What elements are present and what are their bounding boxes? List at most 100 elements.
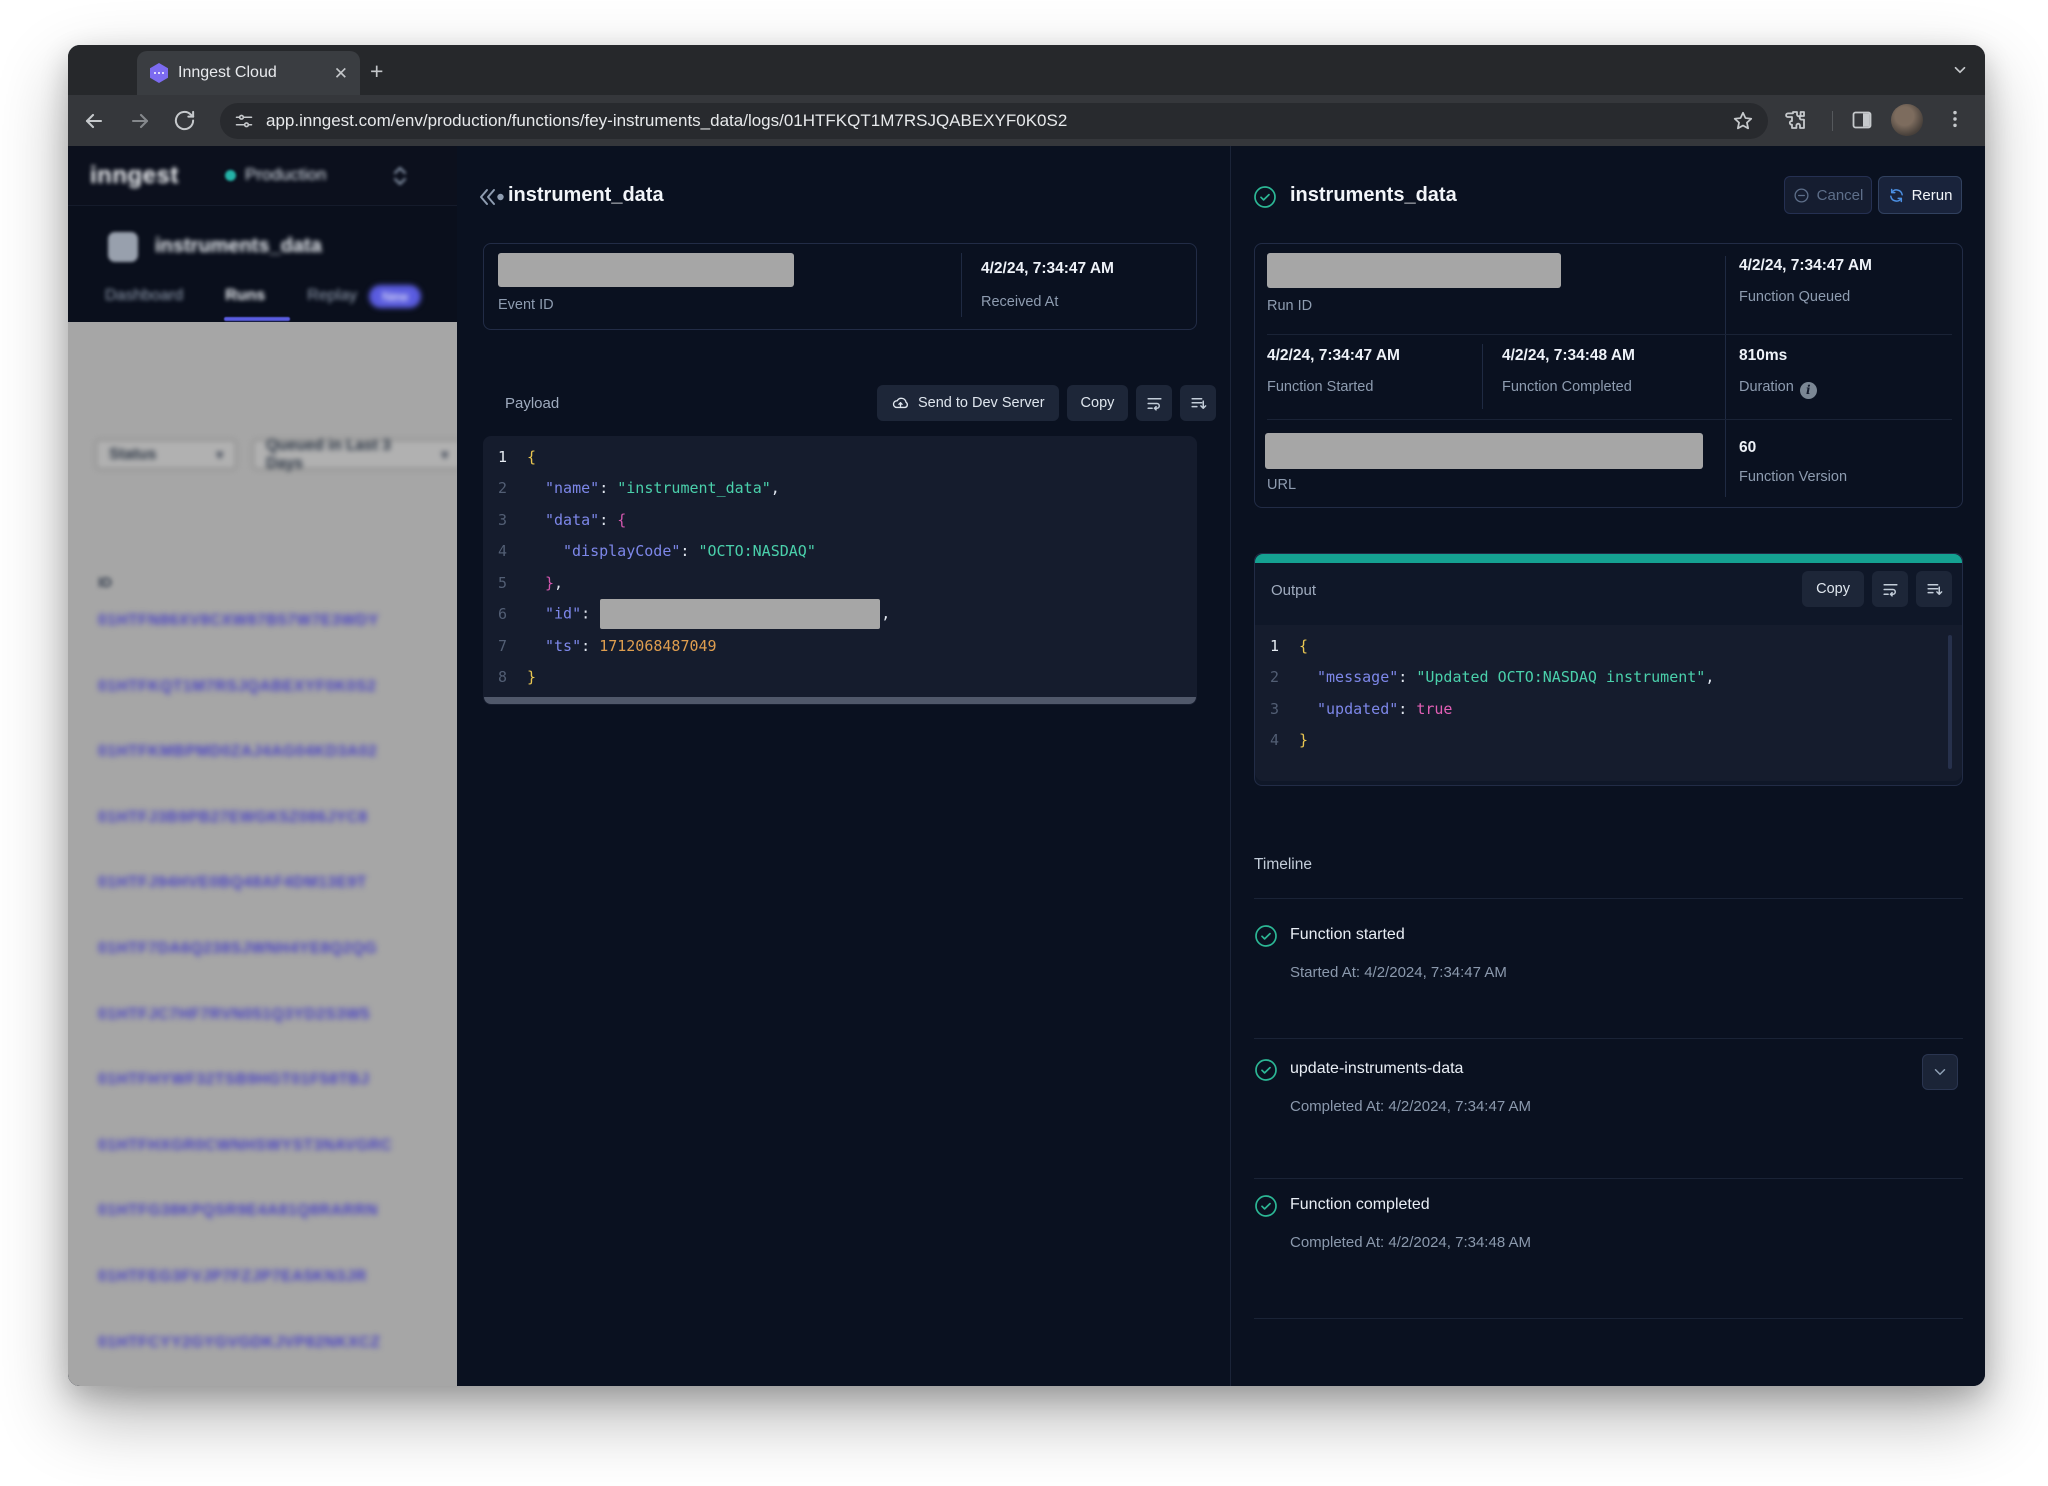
output-scroll-bottom-button[interactable] (1916, 571, 1952, 607)
side-panel-icon[interactable] (1850, 108, 1874, 137)
card-divider (1267, 334, 1952, 335)
rerun-button[interactable]: Rerun (1878, 176, 1962, 214)
new-tab-button[interactable]: + (370, 58, 383, 85)
profile-avatar[interactable] (1891, 104, 1923, 136)
env-selector[interactable]: Production (245, 165, 326, 185)
run-id-link[interactable]: 01HTFCYY2GYGVGDKJVP82NKXCZ (98, 1334, 381, 1352)
output-success-bar (1255, 554, 1962, 563)
sidebar-tab-runs[interactable]: Runs (225, 287, 265, 305)
timeline-entry-timestamp: Completed At: 4/2/2024, 7:34:47 AM (1290, 1098, 1531, 1115)
timeline-check-icon (1254, 1194, 1278, 1223)
horizontal-scrollbar[interactable] (484, 697, 1196, 704)
run-id-link[interactable]: 01HTFHXGR0CWNHSWYST3NAVGRC (98, 1137, 392, 1155)
sidebar-tab-dashboard[interactable]: Dashboard (105, 287, 183, 305)
run-id-link[interactable]: 01HTFN86XV8CXW87B57W7E3WDY (98, 612, 379, 630)
code-line: 5}, (483, 567, 1197, 599)
status-filter-label: Status (109, 446, 156, 464)
timeline-entry-timestamp: Completed At: 4/2/2024, 7:34:48 AM (1290, 1234, 1531, 1251)
run-id-link[interactable]: 01HTFJ94HVE0BQ48AF4DM13E9T (98, 874, 367, 892)
function-completed-value: 4/2/24, 7:34:48 AM (1502, 347, 1635, 365)
sidebar: inngest Production instruments_data Dash… (68, 146, 457, 322)
cloud-upload-icon (891, 394, 910, 413)
output-code-viewer[interactable]: 1{2"message": "Updated OCTO:NASDAQ instr… (1255, 625, 1962, 781)
event-summary-card: Event ID 4/2/24, 7:34:47 AM Received At (483, 243, 1197, 330)
line-number: 6 (483, 605, 527, 623)
forward-icon[interactable] (128, 109, 152, 138)
timeline-divider (1254, 1178, 1963, 1179)
browser-menu-icon[interactable] (1944, 108, 1966, 135)
sidebar-header-row: inngest Production (68, 146, 457, 206)
run-id-link[interactable]: 01HTFKMBPMD0ZAJ4AG04KD3A02 (98, 743, 377, 761)
run-id-link[interactable]: 01HTFJ3B9PB27EWGK5Z086JYC8 (98, 809, 368, 827)
timeline-expand-button[interactable] (1922, 1054, 1958, 1090)
url-bar[interactable]: app.inngest.com/env/production/functions… (220, 103, 1768, 139)
browser-tab[interactable]: Inngest Cloud ✕ (137, 51, 360, 95)
url-text[interactable]: app.inngest.com/env/production/functions… (266, 111, 1720, 131)
date-range-filter-dropdown[interactable]: Queued in Last 3 Days ▾ (252, 439, 457, 470)
inngest-logo[interactable]: inngest (90, 162, 179, 190)
redacted-value (600, 599, 880, 629)
timeline-divider (1254, 898, 1963, 899)
tab-search-chevron-icon[interactable] (1951, 61, 1969, 84)
line-number: 4 (483, 542, 527, 560)
payload-code-editor[interactable]: 1{2"name": "instrument_data",3"data": {4… (483, 436, 1197, 705)
line-number: 7 (483, 637, 527, 655)
code-line: 1{ (483, 441, 1197, 473)
line-number: 8 (483, 668, 527, 686)
run-id-link[interactable]: 01HTFEG3FVJP7FZJP7EA5KN3JR (98, 1268, 367, 1286)
timeline-check-icon (1254, 924, 1278, 953)
vertical-scrollbar[interactable] (1948, 635, 1952, 769)
code-line: 3"updated": true (1255, 693, 1962, 725)
chevron-down-icon: ▾ (441, 447, 448, 463)
payload-scroll-bottom-button[interactable] (1180, 385, 1216, 421)
extensions-icon[interactable] (1784, 108, 1808, 137)
code-line: 2"name": "instrument_data", (483, 473, 1197, 505)
timeline-entry-title: Function completed (1290, 1196, 1430, 1214)
info-icon[interactable]: i (1800, 382, 1817, 399)
sidebar-function-name: instruments_data (155, 235, 322, 258)
site-settings-icon[interactable] (234, 111, 254, 131)
bookmark-star-icon[interactable] (1732, 110, 1754, 132)
run-id-link[interactable]: 01HTFJC7HF7RVN051Q3YD2S3W5 (98, 1006, 370, 1024)
timeline-divider (1254, 1318, 1963, 1319)
output-wrap-text-button[interactable] (1872, 571, 1908, 607)
code-line: 1{ (1255, 630, 1962, 662)
payload-wrap-text-button[interactable] (1136, 385, 1172, 421)
inngest-favicon-icon (149, 63, 169, 83)
run-id-link[interactable]: 01HTFG38KPQSR9E4A81Q8RARRN (98, 1202, 378, 1220)
reload-icon[interactable] (173, 109, 196, 137)
rerun-refresh-icon (1888, 187, 1905, 204)
status-filter-dropdown[interactable]: Status ▾ (95, 439, 237, 470)
sidebar-tab-label: Replay (307, 287, 357, 305)
run-id-label: Run ID (1267, 298, 1312, 314)
send-to-dev-server-button[interactable]: Send to Dev Server (877, 385, 1059, 421)
output-copy-button[interactable]: Copy (1802, 571, 1864, 607)
timeline-entry-timestamp: Started At: 4/2/2024, 7:34:47 AM (1290, 964, 1507, 981)
back-icon[interactable] (82, 109, 106, 138)
rerun-label: Rerun (1912, 187, 1953, 204)
event-id-label: Event ID (498, 297, 554, 313)
cancel-icon (1793, 187, 1810, 204)
env-selector-chevrons-icon[interactable] (390, 163, 410, 194)
browser-window: Inngest Cloud ✕ + app.inngest.com/env/pr… (68, 45, 1985, 1386)
redacted-url (1265, 433, 1703, 469)
line-number: 5 (483, 574, 527, 592)
cancel-button[interactable]: Cancel (1784, 176, 1872, 214)
run-id-link[interactable]: 01HTFHYWF32TSB9HGT01F58TBJ (98, 1071, 369, 1089)
new-badge: New (369, 285, 421, 308)
tab-close-icon[interactable]: ✕ (334, 65, 348, 82)
timeline-entry-title: update-instruments-data (1290, 1060, 1463, 1078)
panel-divider (1230, 146, 1231, 1386)
payload-copy-button[interactable]: Copy (1067, 385, 1129, 421)
line-number: 3 (1255, 700, 1299, 718)
sidebar-tab-replay[interactable]: Replay New (307, 285, 421, 308)
copy-label: Copy (1081, 395, 1115, 411)
run-id-link[interactable]: 01HTF7DA6Q238SJWNH4YE8Q2QG (98, 940, 377, 958)
wrap-text-icon (1881, 580, 1900, 599)
timeline-label: Timeline (1254, 856, 1312, 874)
run-id-link[interactable]: 01HTFKQT1M7RSJQABEXYF0K0S2 (98, 678, 376, 696)
function-started-label: Function Started (1267, 379, 1373, 395)
timeline-check-icon (1254, 1058, 1278, 1087)
code-line: 2"message": "Updated OCTO:NASDAQ instrum… (1255, 662, 1962, 694)
output-actions: Copy (1802, 571, 1952, 607)
